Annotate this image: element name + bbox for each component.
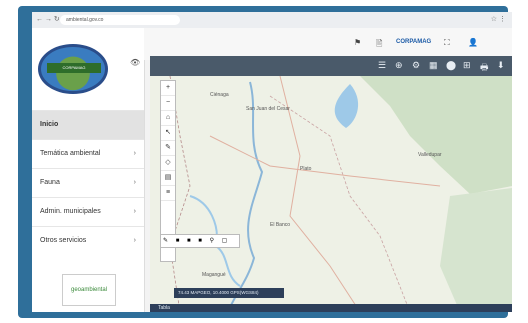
map-label: El Banco [270,222,290,228]
logo-text: CORPAMAG [47,63,101,73]
map-svg: San Juan del Cesar Valledupar Plato El B… [150,76,512,312]
sidebar-item-fauna[interactable]: Fauna › [32,168,144,197]
map-label: San Juan del Cesar [246,106,290,112]
shape-button[interactable]: ◇ [161,156,175,171]
zoom-icon[interactable]: ⊕ [395,60,403,71]
corpamag-logo: CORPAMAG [38,44,108,94]
zoom-in-button[interactable]: + [161,81,175,96]
map-label: Ciénaga [210,92,229,98]
browser-url-bar: ← → ↻ ambiental.gov.co ☆ ⋮ [32,12,512,29]
chevron-right-icon: › [133,179,136,186]
fullscreen-icon[interactable]: ⛶ [444,38,450,48]
partner-logo: geoambiental [62,274,116,306]
sidebar-item-label: Admin. municipales [40,208,101,215]
map-toolbar: ☰ ⊕ ⚙ ▦ ⬤ ⊞ 🖶 ⬇ [150,56,512,76]
globe-icon[interactable]: ⬤ [446,60,456,71]
chart-icon[interactable]: ▦ [429,60,438,71]
sidebar-item-label: Inicio [40,121,59,128]
browser-window: ← → ↻ ambiental.gov.co ☆ ⋮ CORPAMAG 👁 In… [32,12,512,312]
sidebar: CORPAMAG 👁 Inicio Temática ambiental › F… [32,28,145,312]
chevron-right-icon: › [133,208,136,215]
map-label: Magangué [202,272,226,278]
grid-icon[interactable]: ⊞ [463,60,471,71]
sidebar-item-label: Temática ambiental [40,150,101,157]
corpamag-badge: CORPAMAG [396,39,432,45]
legend-button[interactable]: ≡ [161,186,175,201]
flag-icon[interactable]: ⚑ [354,38,361,47]
eye-icon[interactable]: 👁 [130,58,140,67]
sidebar-item-label: Fauna [40,179,60,186]
chevron-right-icon: › [133,150,136,157]
layers-icon[interactable]: ☰ [378,60,386,71]
sidebar-item-label: Otros servicios [40,237,87,244]
map-label: Plato [300,166,312,172]
home-extent-button[interactable]: ⌂ [161,111,175,126]
pointer-button[interactable]: ↖ [161,126,175,141]
coordinates-readout: 74.43 MAPGEO, 10.4000 GPS(WGS84) [174,288,284,298]
browser-menu-icons[interactable]: ☆ ⋮ [491,15,506,23]
sidebar-item-tematica-ambiental[interactable]: Temática ambiental › [32,139,144,168]
map-label: Valledupar [418,152,442,158]
zoom-out-button[interactable]: − [161,96,175,111]
download-icon[interactable]: ⬇ [497,60,505,71]
table-panel-bar[interactable]: Tabla [150,304,512,312]
user-icon[interactable]: 👤 [468,38,478,47]
chevron-right-icon: › [133,237,136,244]
browser-nav-icons[interactable]: ← → ↻ [36,15,60,23]
draw-button[interactable]: ✎ [161,141,175,156]
sidebar-menu: Inicio Temática ambiental › Fauna › Admi… [32,110,144,255]
print-icon[interactable]: 🖶 [480,60,489,76]
sidebar-item-otros[interactable]: Otros servicios › [32,226,144,255]
settings-icon[interactable]: ⚙ [412,60,420,71]
sidebar-item-inicio[interactable]: Inicio [32,110,144,139]
layer-list-button[interactable]: ▤ [161,171,175,186]
table-panel-label: Tabla [158,305,170,311]
drawing-tools[interactable]: ✎ ■ ■ ■ ⚲ ▢ [160,234,240,248]
document-icon[interactable]: 🖹 [376,38,382,52]
sidebar-item-admin[interactable]: Admin. municipales › [32,197,144,226]
address-input[interactable]: ambiental.gov.co [60,15,180,25]
map-canvas[interactable]: San Juan del Cesar Valledupar Plato El B… [150,76,512,312]
